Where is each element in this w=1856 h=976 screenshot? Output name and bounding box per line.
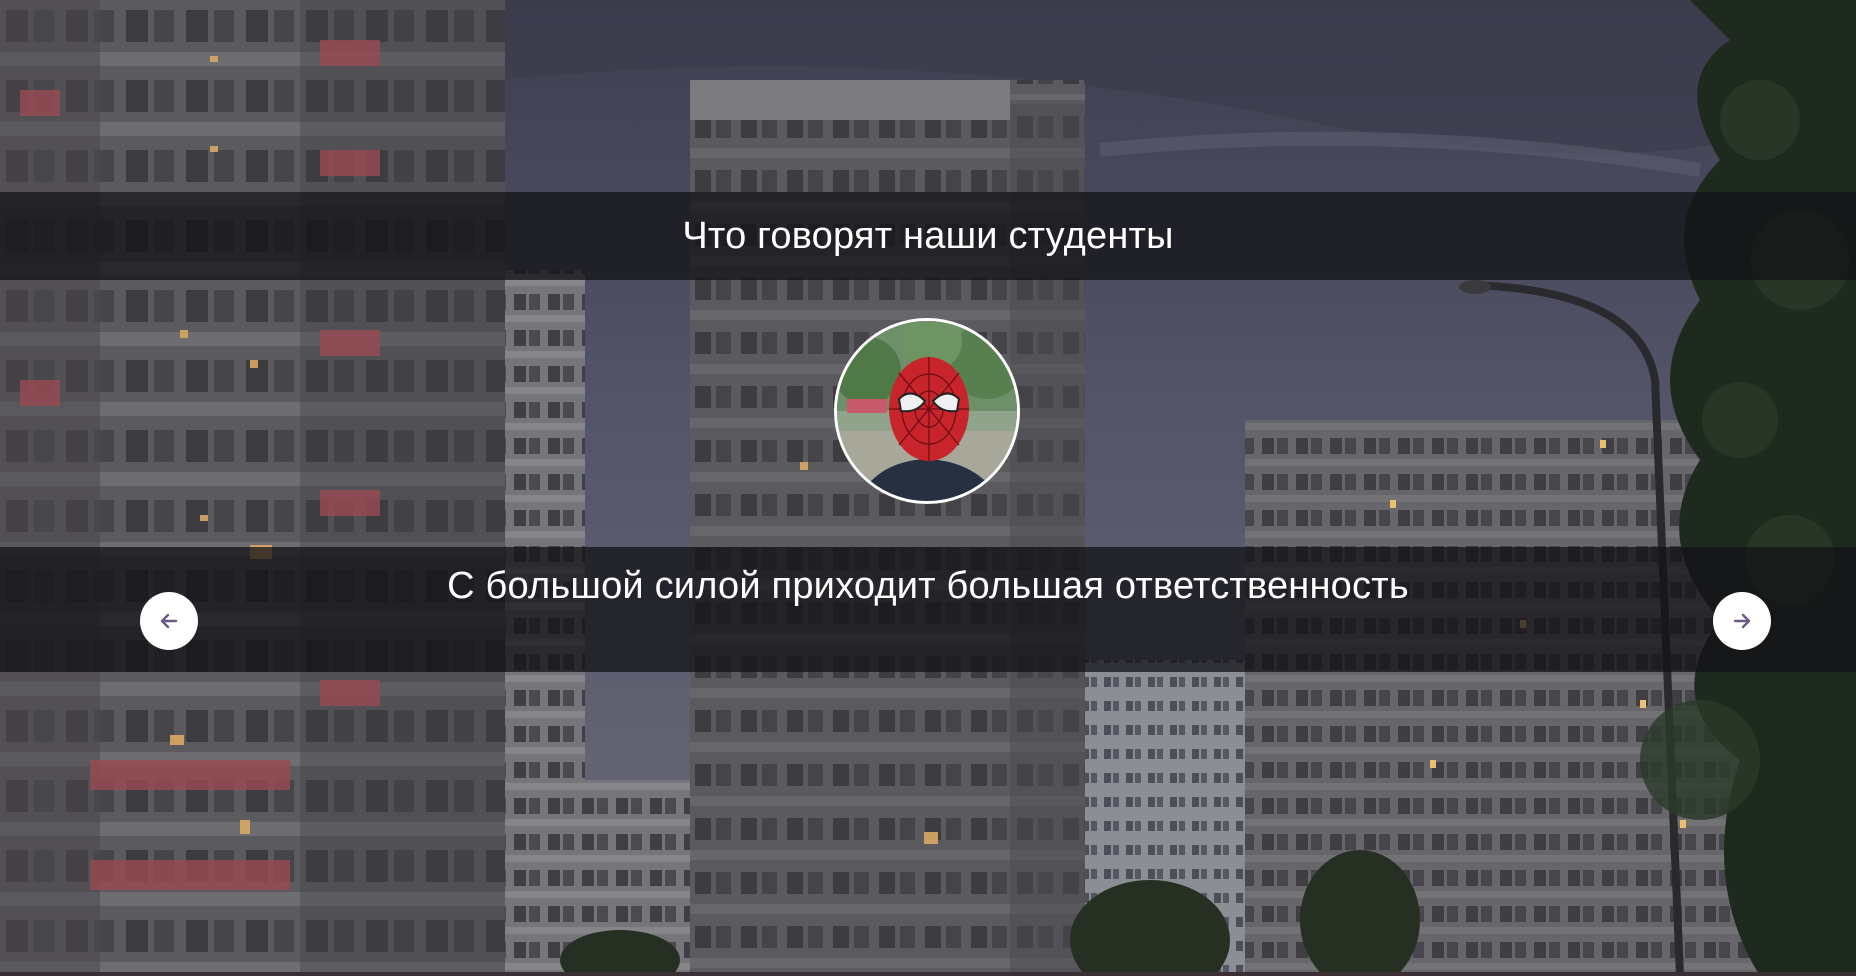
previous-testimonial-button[interactable] <box>140 592 198 650</box>
arrow-left-icon <box>160 613 178 629</box>
bottom-divider <box>0 972 1856 976</box>
student-avatar <box>834 318 1020 504</box>
testimonial-band: С большой силой приходит большая ответст… <box>0 547 1856 672</box>
next-testimonial-button[interactable] <box>1713 592 1771 650</box>
section-header-band: Что говорят наши студенты <box>0 192 1856 280</box>
spider-mask-avatar-icon <box>837 321 1017 501</box>
section-title: Что говорят наши студенты <box>682 214 1174 257</box>
testimonial-quote: С большой силой приходит большая ответст… <box>447 565 1409 607</box>
arrow-right-icon <box>1733 613 1751 629</box>
